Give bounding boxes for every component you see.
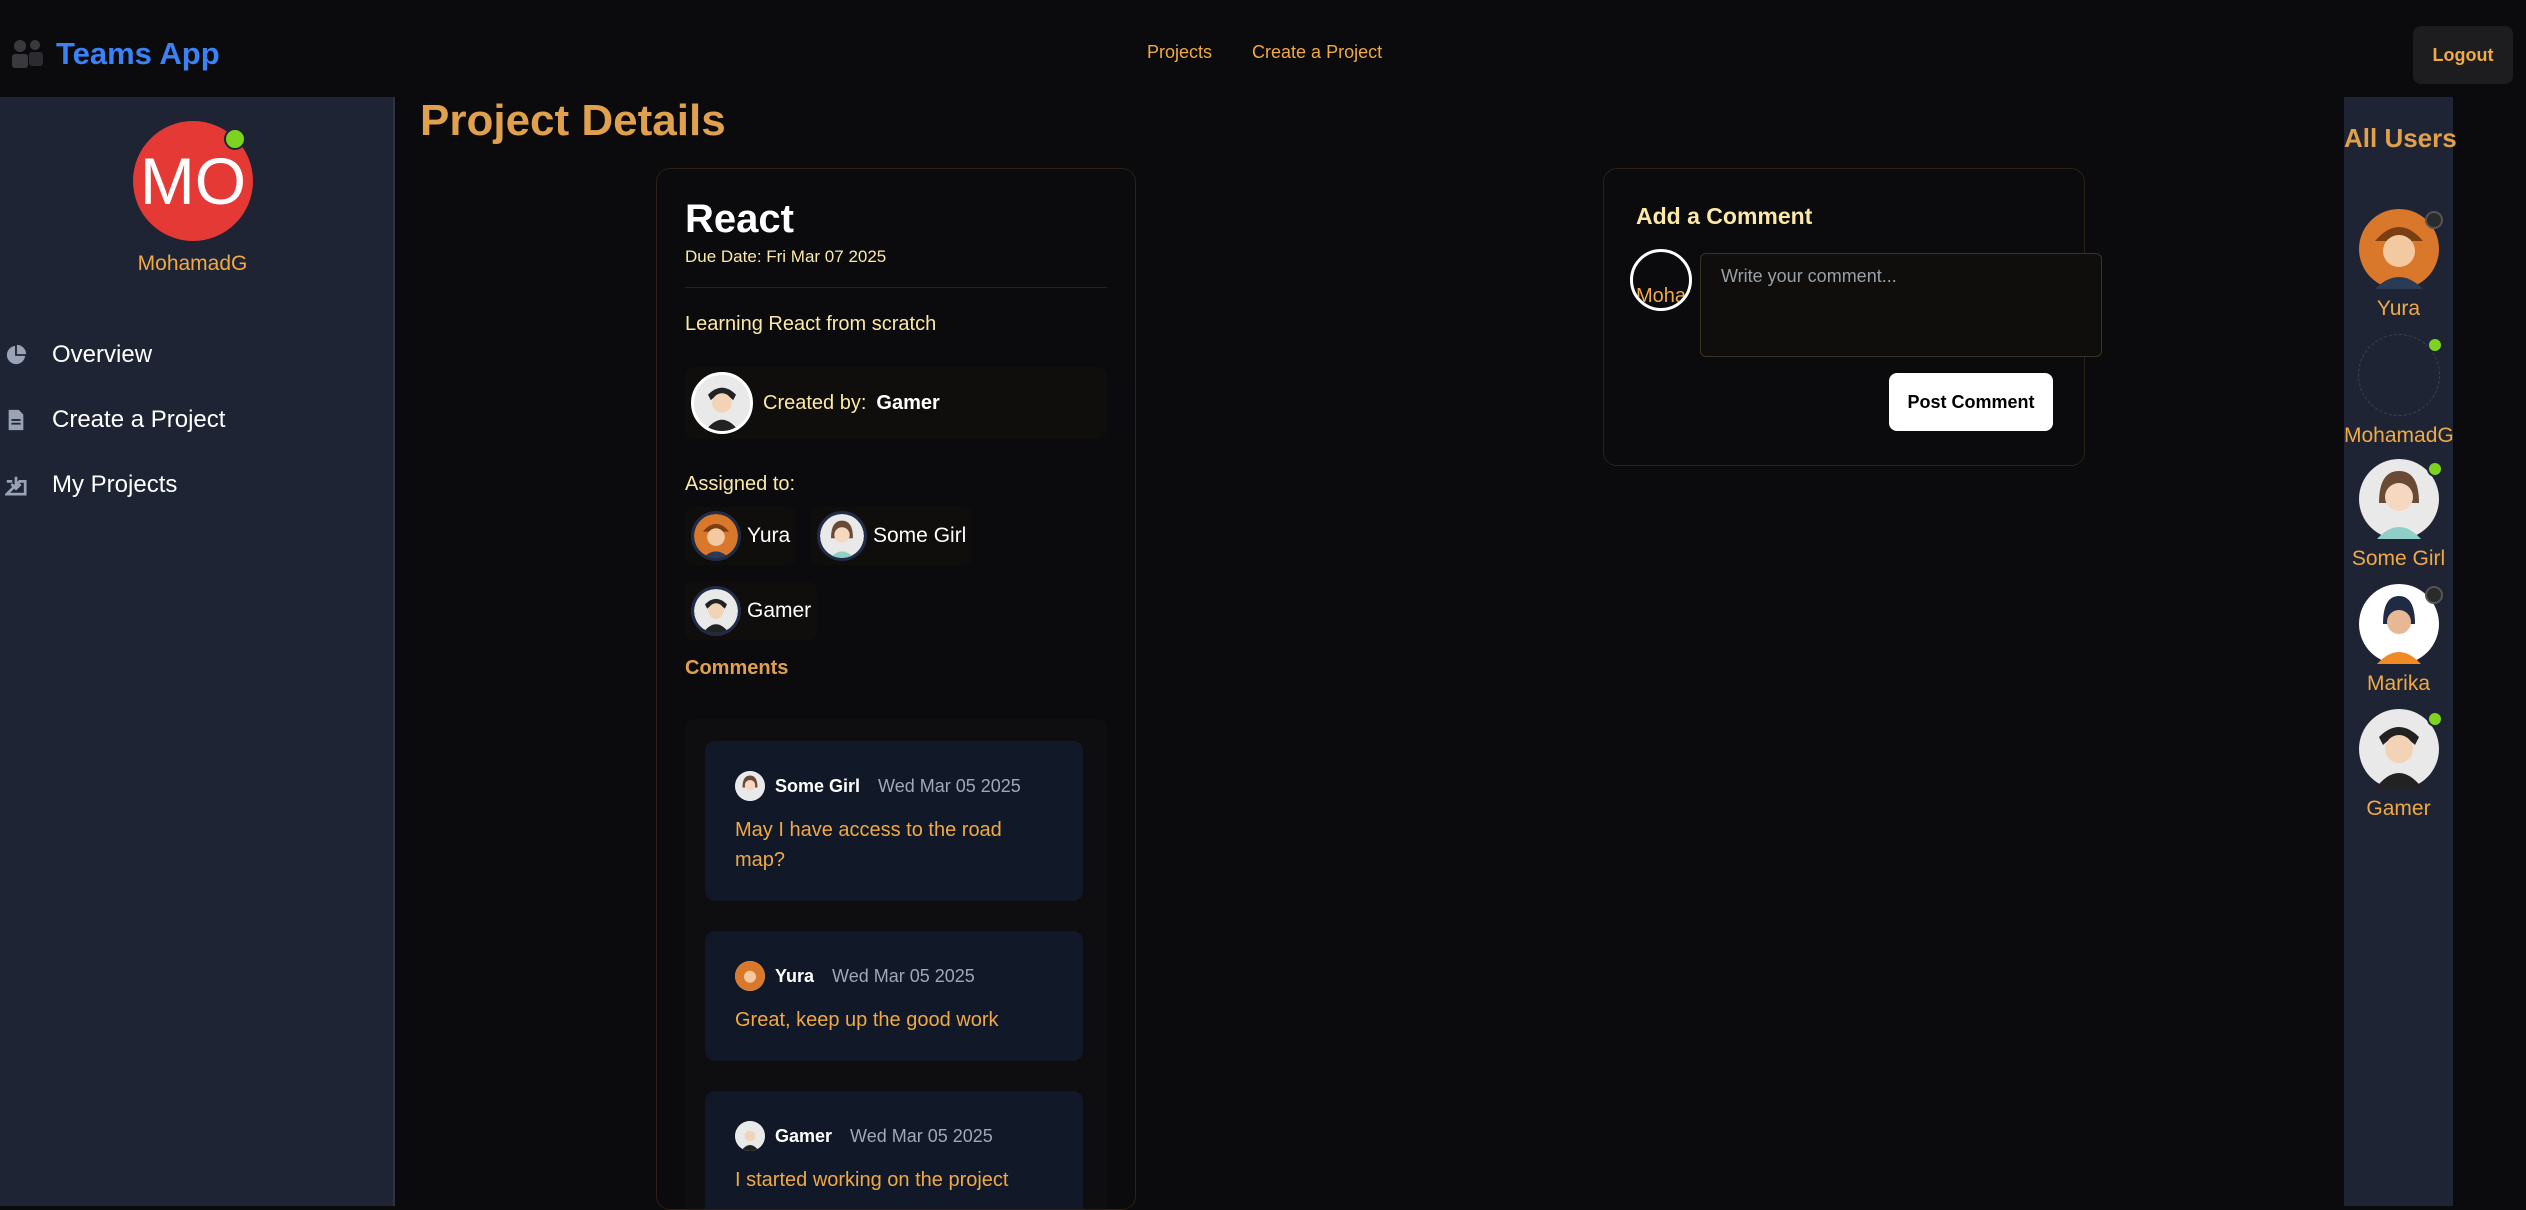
sidebar-item-label: Overview: [52, 341, 153, 368]
offline-status-dot: [2424, 211, 2443, 229]
comment-text: Great, keep up the good work: [735, 1009, 999, 1031]
comment-author-avatar: [735, 1121, 765, 1151]
comment-item: Some Girl Wed Mar 05 2025 May I have acc…: [705, 741, 1083, 901]
pie-chart-icon: [6, 344, 27, 365]
nav-links: Projects Create a Project: [1147, 42, 1382, 63]
comment-author: Some Girl: [775, 775, 861, 796]
sidebar: MO MohamadG Overview Create a Project My…: [0, 97, 395, 1206]
user-avatar: [2358, 459, 2443, 539]
current-username: MohamadG: [137, 252, 248, 275]
divider: [685, 287, 1107, 288]
online-status-dot: [2426, 711, 2443, 727]
comments-list: Some Girl Wed Mar 05 2025 May I have acc…: [685, 719, 1107, 1209]
assignee-avatar: [691, 511, 741, 561]
comment-date: Wed Mar 05 2025: [850, 1125, 993, 1146]
due-date: Due Date: Fri Mar 07 2025: [685, 247, 887, 266]
created-by-label: Created by:: [763, 391, 867, 414]
creator-avatar[interactable]: [691, 372, 753, 434]
assigned-label: Assigned to:: [685, 473, 796, 495]
comment-input[interactable]: [1700, 253, 2102, 357]
assignee-name: Some Girl: [873, 524, 967, 547]
comment-author: Gamer: [775, 1125, 833, 1146]
assignee-chip[interactable]: Yura: [685, 507, 797, 565]
assignee-avatar: [817, 511, 867, 561]
user-list-item[interactable]: MohamadG: [2344, 334, 2454, 448]
online-status-dot: [2426, 337, 2443, 353]
sidebar-item-my-projects[interactable]: My Projects: [0, 471, 177, 499]
page-title: Project Details: [420, 96, 726, 145]
comment-author-avatar: [735, 961, 765, 991]
brand-name: Teams App: [56, 36, 220, 71]
creator-box: Created by: Gamer: [685, 367, 1107, 439]
assignee-chip[interactable]: Gamer: [685, 582, 818, 640]
assignee-name: Gamer: [747, 599, 812, 622]
avatar-alt-text: Moha: [1635, 285, 1687, 307]
assignee-name: Yura: [747, 524, 791, 547]
assignee-chip[interactable]: Some Girl: [811, 507, 973, 565]
user-name: Marika: [2366, 672, 2430, 695]
nav-link-create-project[interactable]: Create a Project: [1252, 42, 1382, 63]
assignee-avatar: [691, 586, 741, 636]
creator-name: Gamer: [876, 391, 940, 414]
user-name: Gamer: [2366, 797, 2431, 820]
top-navbar: Teams App Projects Create a Project Logo…: [0, 0, 2526, 97]
user-list-item[interactable]: Some Girl: [2344, 459, 2453, 571]
user-avatar: [2358, 709, 2443, 789]
online-status-dot: [224, 128, 246, 150]
sidebar-item-label: Create a Project: [52, 406, 226, 433]
comment-item: Yura Wed Mar 05 2025 Great, keep up the …: [705, 931, 1083, 1061]
sidebar-item-create-project[interactable]: Create a Project: [0, 406, 225, 434]
add-comment-title: Add a Comment: [1636, 203, 1813, 229]
current-user-comment-avatar: Moha: [1630, 249, 1692, 311]
comment-author: Yura: [775, 965, 815, 986]
user-avatar: [2358, 584, 2443, 664]
comment-date: Wed Mar 05 2025: [878, 775, 1021, 796]
comments-heading: Comments: [685, 657, 789, 679]
comment-item: Gamer Wed Mar 05 2025 I started working …: [705, 1091, 1083, 1209]
post-comment-button[interactable]: Post Comment: [1889, 373, 2053, 431]
user-avatar: [2357, 334, 2443, 416]
logout-button[interactable]: Logout: [2413, 26, 2513, 84]
online-status-dot: [2426, 461, 2443, 477]
comment-text: I started working on the project: [735, 1169, 1009, 1191]
comment-text: May I have access to the road map?: [735, 819, 1002, 871]
user-avatar: [2358, 209, 2443, 289]
user-list-item[interactable]: Yura: [2344, 209, 2453, 321]
all-users-title: All Users: [2344, 123, 2457, 153]
user-name: Some Girl: [2351, 547, 2446, 570]
project-description: Learning React from scratch: [685, 313, 937, 335]
offline-status-dot: [2424, 586, 2443, 604]
project-name: React: [685, 197, 794, 241]
download-box-icon: [5, 476, 27, 496]
user-name: MohamadG: [2344, 424, 2454, 447]
user-list-item[interactable]: Marika: [2344, 584, 2453, 696]
brand[interactable]: Teams App: [8, 30, 220, 78]
user-list-item[interactable]: Gamer: [2344, 709, 2453, 821]
add-comment-card: Add a Comment Moha Post Comment: [1603, 168, 2102, 466]
teams-logo-icon: [12, 40, 43, 68]
sidebar-item-overview[interactable]: Overview: [0, 341, 152, 369]
sidebar-item-label: My Projects: [52, 471, 178, 498]
comment-author-avatar: [735, 771, 765, 801]
all-users-panel: All Users Yura MohamadG Some Girl Marika…: [2344, 97, 2457, 1206]
project-card: React Due Date: Fri Mar 07 2025 Learning…: [656, 168, 1136, 1210]
nav-link-projects[interactable]: Projects: [1147, 42, 1212, 63]
document-icon: [8, 409, 24, 431]
comment-date: Wed Mar 05 2025: [832, 965, 975, 986]
user-name: Yura: [2376, 297, 2421, 320]
